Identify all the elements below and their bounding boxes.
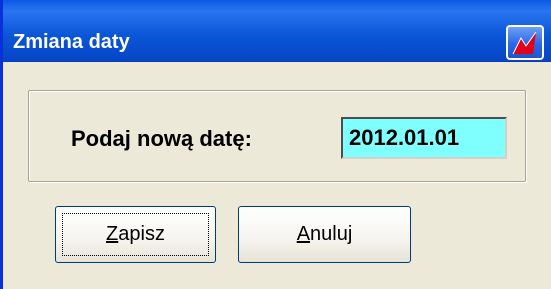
dialog-body: Podaj nową datę: Zapisz Anuluj [6, 62, 551, 289]
title-bar[interactable]: Zmiana daty [3, 0, 551, 62]
date-input[interactable] [341, 117, 507, 159]
app-logo-icon[interactable] [506, 25, 544, 60]
dialog-window: Zmiana daty Podaj nową datę: Zapisz Anul… [0, 0, 551, 289]
save-button[interactable]: Zapisz [55, 206, 216, 263]
cancel-button[interactable]: Anuluj [238, 206, 411, 263]
app-logo-graphic [512, 31, 537, 55]
save-accel: Z [106, 223, 119, 245]
date-label: Podaj nową datę: [71, 126, 252, 151]
cancel-rest: nuluj [310, 223, 353, 245]
save-rest: apisz [118, 223, 165, 245]
cancel-accel: A [296, 223, 311, 245]
date-group-box: Podaj nową datę: [28, 90, 526, 182]
save-button-label: Zapisz [106, 223, 165, 245]
window-title: Zmiana daty [13, 31, 130, 53]
cancel-button-label: Anuluj [297, 223, 353, 245]
